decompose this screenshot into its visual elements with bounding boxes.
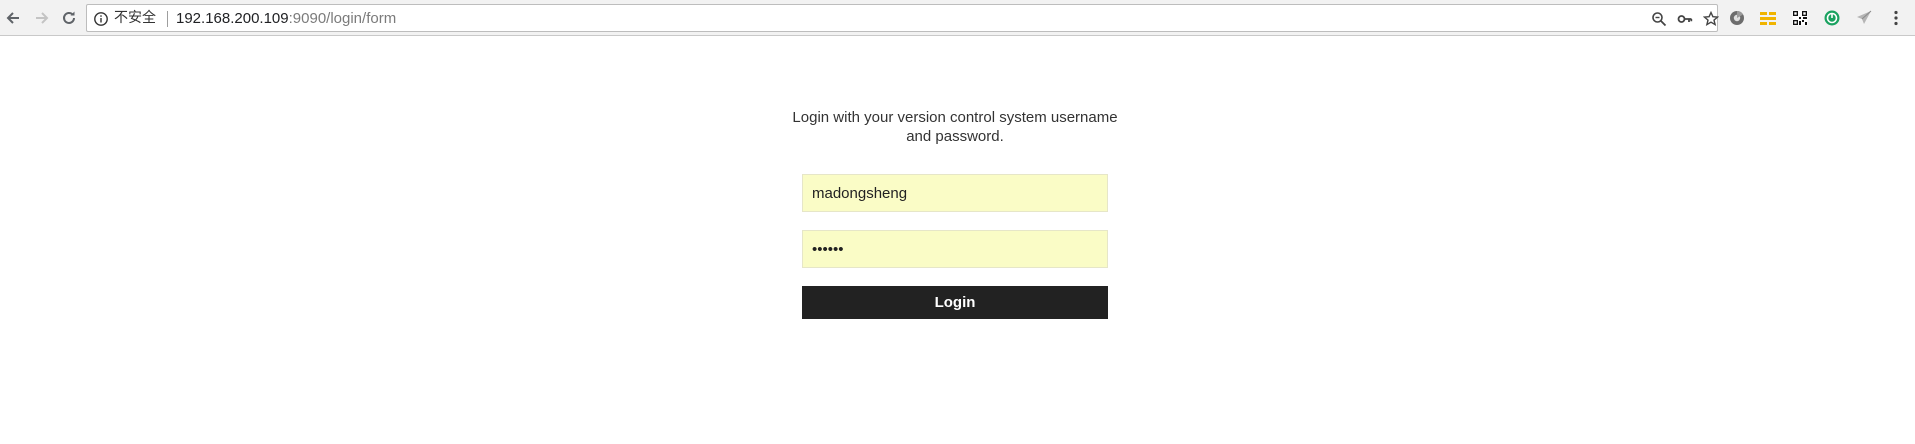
key-icon[interactable] [1675, 9, 1695, 29]
extension-green-icon[interactable] [1822, 8, 1842, 28]
send-icon[interactable] [1854, 8, 1874, 28]
bookmark-star-icon[interactable] [1701, 9, 1721, 29]
info-icon[interactable] [93, 11, 109, 27]
login-prompt: Login with your version control system u… [792, 109, 1118, 145]
browser-toolbar: 不安全 192.168.200.109:9090/login/form [0, 0, 1915, 36]
login-button[interactable]: Login [802, 286, 1108, 319]
back-arrow-icon[interactable] [1, 6, 25, 30]
zoom-icon[interactable] [1649, 9, 1669, 29]
url-host: 192.168.200.109 [176, 10, 289, 27]
reload-icon[interactable] [57, 6, 81, 30]
password-field[interactable] [802, 230, 1108, 268]
url-text[interactable]: 192.168.200.109:9090/login/form [176, 10, 396, 27]
qr-code-icon[interactable] [1790, 8, 1810, 28]
url-path: :9090/login/form [288, 10, 397, 27]
extension-gray-icon[interactable] [1727, 8, 1747, 28]
extension-orange-icon[interactable] [1758, 8, 1778, 28]
forward-arrow-icon[interactable] [30, 6, 54, 30]
security-label[interactable]: 不安全 [114, 10, 156, 27]
menu-dots-icon[interactable] [1886, 8, 1906, 28]
username-field[interactable] [802, 174, 1108, 212]
address-bar[interactable]: 不安全 192.168.200.109:9090/login/form [86, 4, 1721, 32]
address-divider [167, 11, 168, 27]
